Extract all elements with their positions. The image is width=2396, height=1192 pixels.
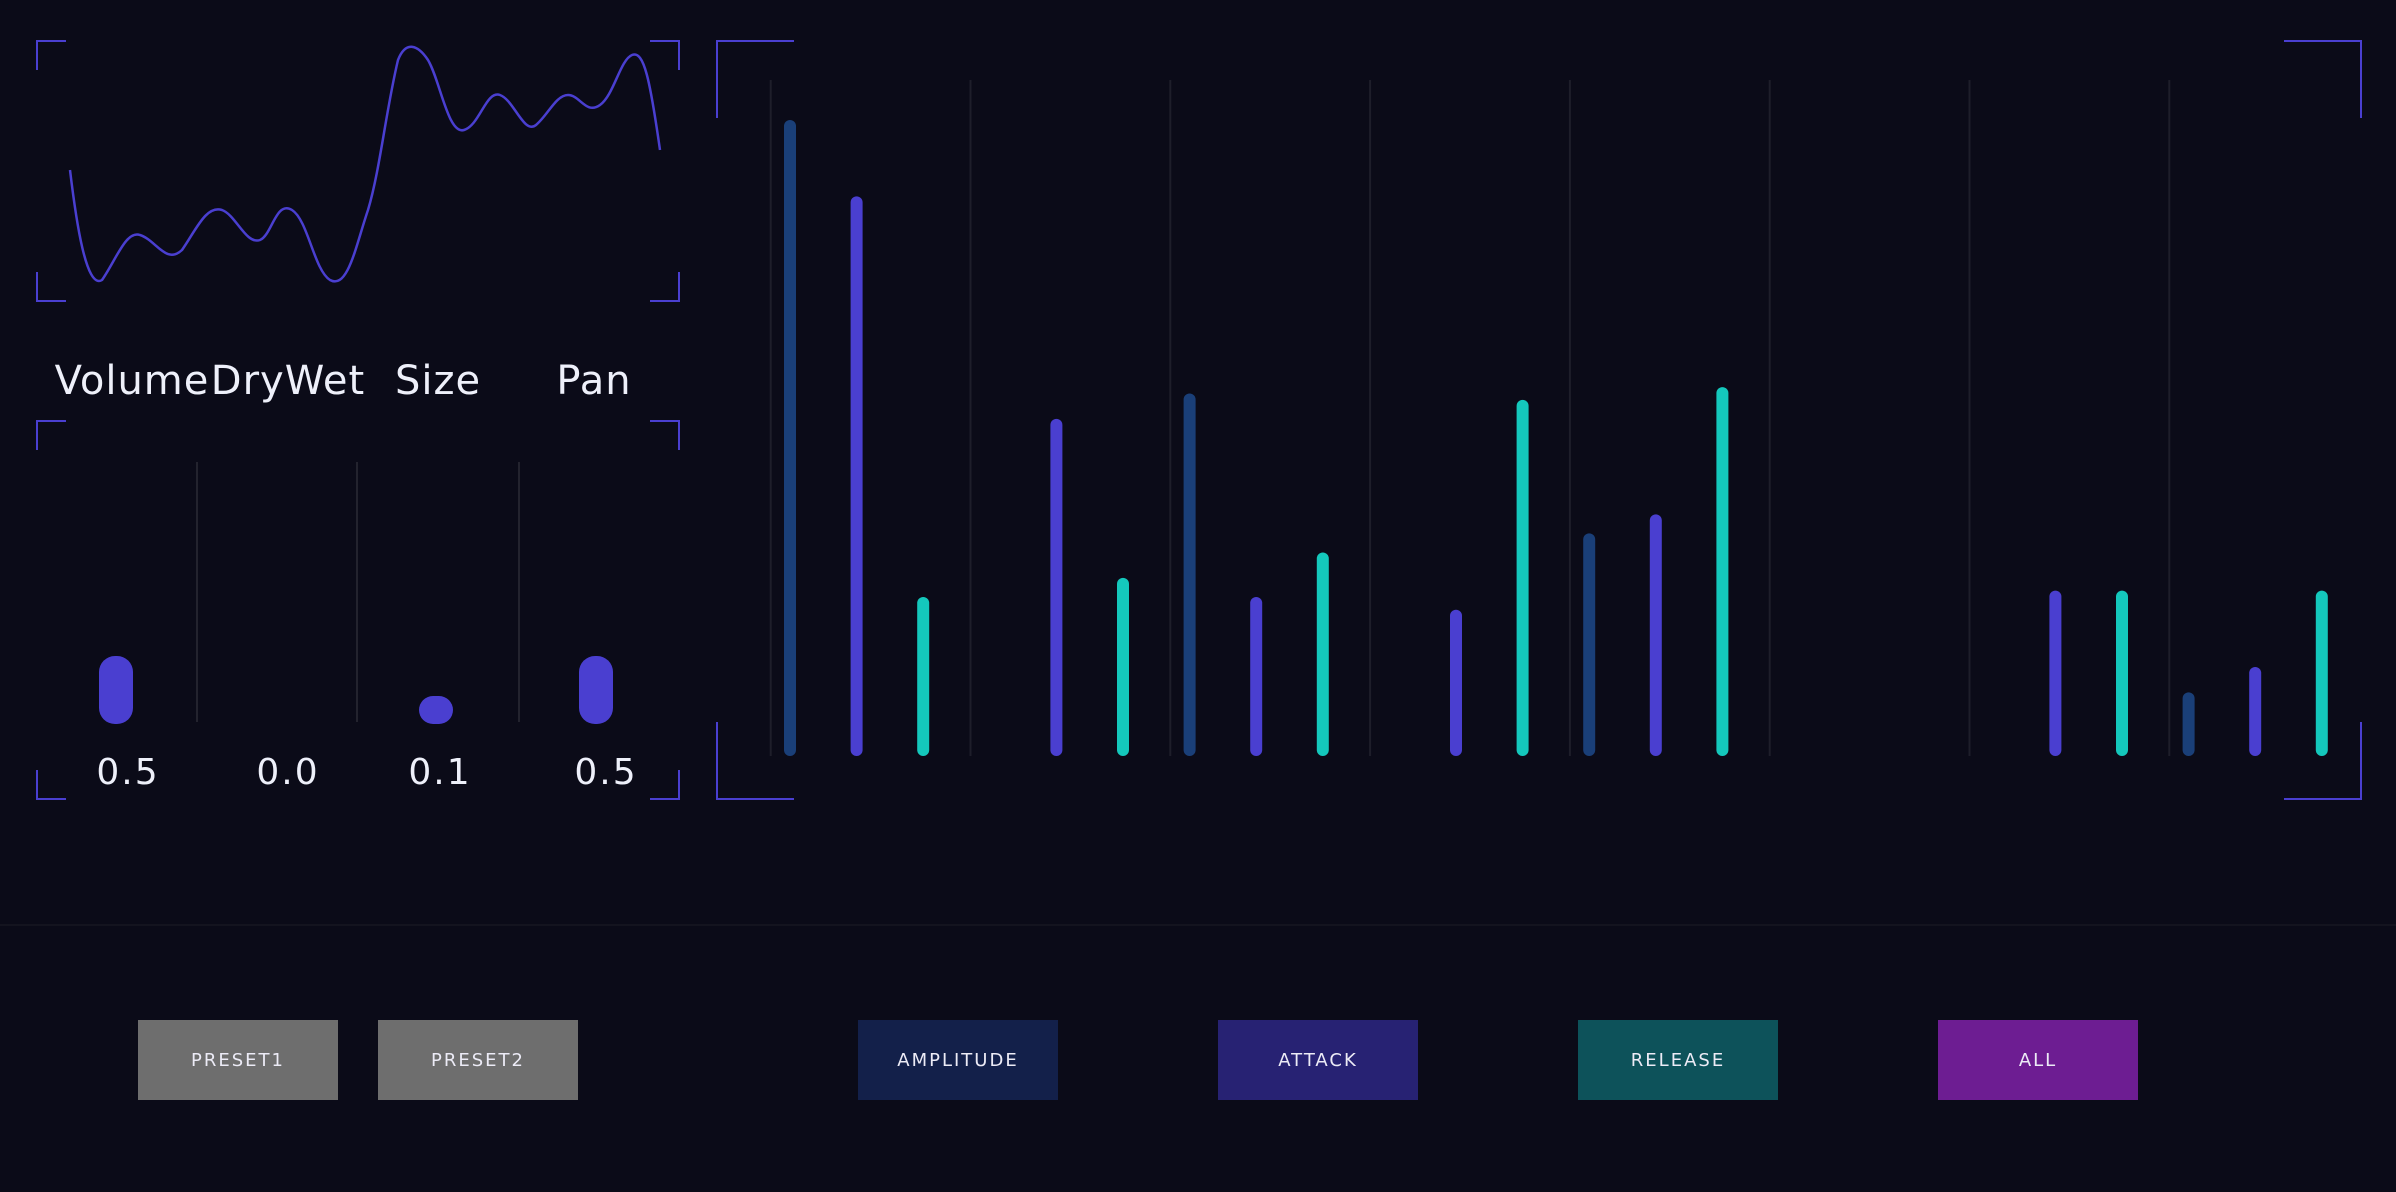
waveform-line [68,45,662,283]
release-button[interactable]: RELEASE [1578,1020,1778,1100]
sequencer-bar-release[interactable] [1117,577,1129,756]
preset2-button[interactable]: PRESET2 [378,1020,578,1100]
sequencer-bar-amplitude[interactable] [1183,393,1196,756]
pan-slider[interactable] [556,462,636,724]
preset1-button[interactable]: PRESET1 [138,1020,338,1100]
attack-button[interactable]: ATTACK [1218,1020,1418,1100]
knob-label-pan: Pan [556,358,632,404]
sequencer-bar-release[interactable] [1316,552,1329,756]
knob-value-drywet: 0.0 [256,752,320,793]
sequencer-bar-release[interactable] [1716,387,1729,756]
drywet-slider[interactable] [236,462,316,724]
sequencer-panel [716,40,2362,800]
slider-divider [196,462,198,722]
sequencer-bar-attack[interactable] [1649,514,1662,756]
waveform-display [36,40,680,302]
knob-value-size: 0.1 [408,752,472,793]
all-button[interactable]: ALL [1938,1020,2138,1100]
knob-label-size: Size [394,358,482,404]
frame-corner [36,420,66,450]
sequencer-bar-amplitude[interactable] [1583,533,1596,756]
knob-value-pan: 0.5 [574,752,638,793]
amplitude-button[interactable]: AMPLITUDE [858,1020,1058,1100]
volume-slider[interactable] [76,462,156,724]
sequencer-bar-attack[interactable] [1050,418,1063,756]
sequencer-bar-amplitude[interactable] [784,120,796,756]
sequencer-bar-release[interactable] [2315,590,2328,756]
sequencer-bar-release[interactable] [2116,590,2128,756]
slider-divider [356,462,358,722]
sequencer-bar-release[interactable] [1516,399,1529,756]
sequencer-bar-attack[interactable] [1250,597,1263,756]
sequencer-bar-attack[interactable] [1450,609,1462,756]
knob-label-drywet: DryWet [210,358,366,404]
section-separator [0,924,2396,926]
knob-label-volume: Volume [54,358,210,404]
sequencer-bar-attack[interactable] [2249,666,2262,756]
knob-value-volume: 0.5 [96,752,160,793]
slider-divider [518,462,520,722]
sequencer-bar-amplitude[interactable] [2182,692,2195,756]
sequencer-bar-attack[interactable] [2049,590,2062,756]
size-slider[interactable] [396,462,476,724]
slider-fill [579,655,613,724]
frame-corner [650,420,680,450]
sequencer-bar-release[interactable] [917,597,930,756]
sequencer-bars[interactable] [716,40,2362,800]
slider-fill [99,655,133,724]
slider-fill [419,696,453,724]
sequencer-bar-attack[interactable] [850,196,863,756]
